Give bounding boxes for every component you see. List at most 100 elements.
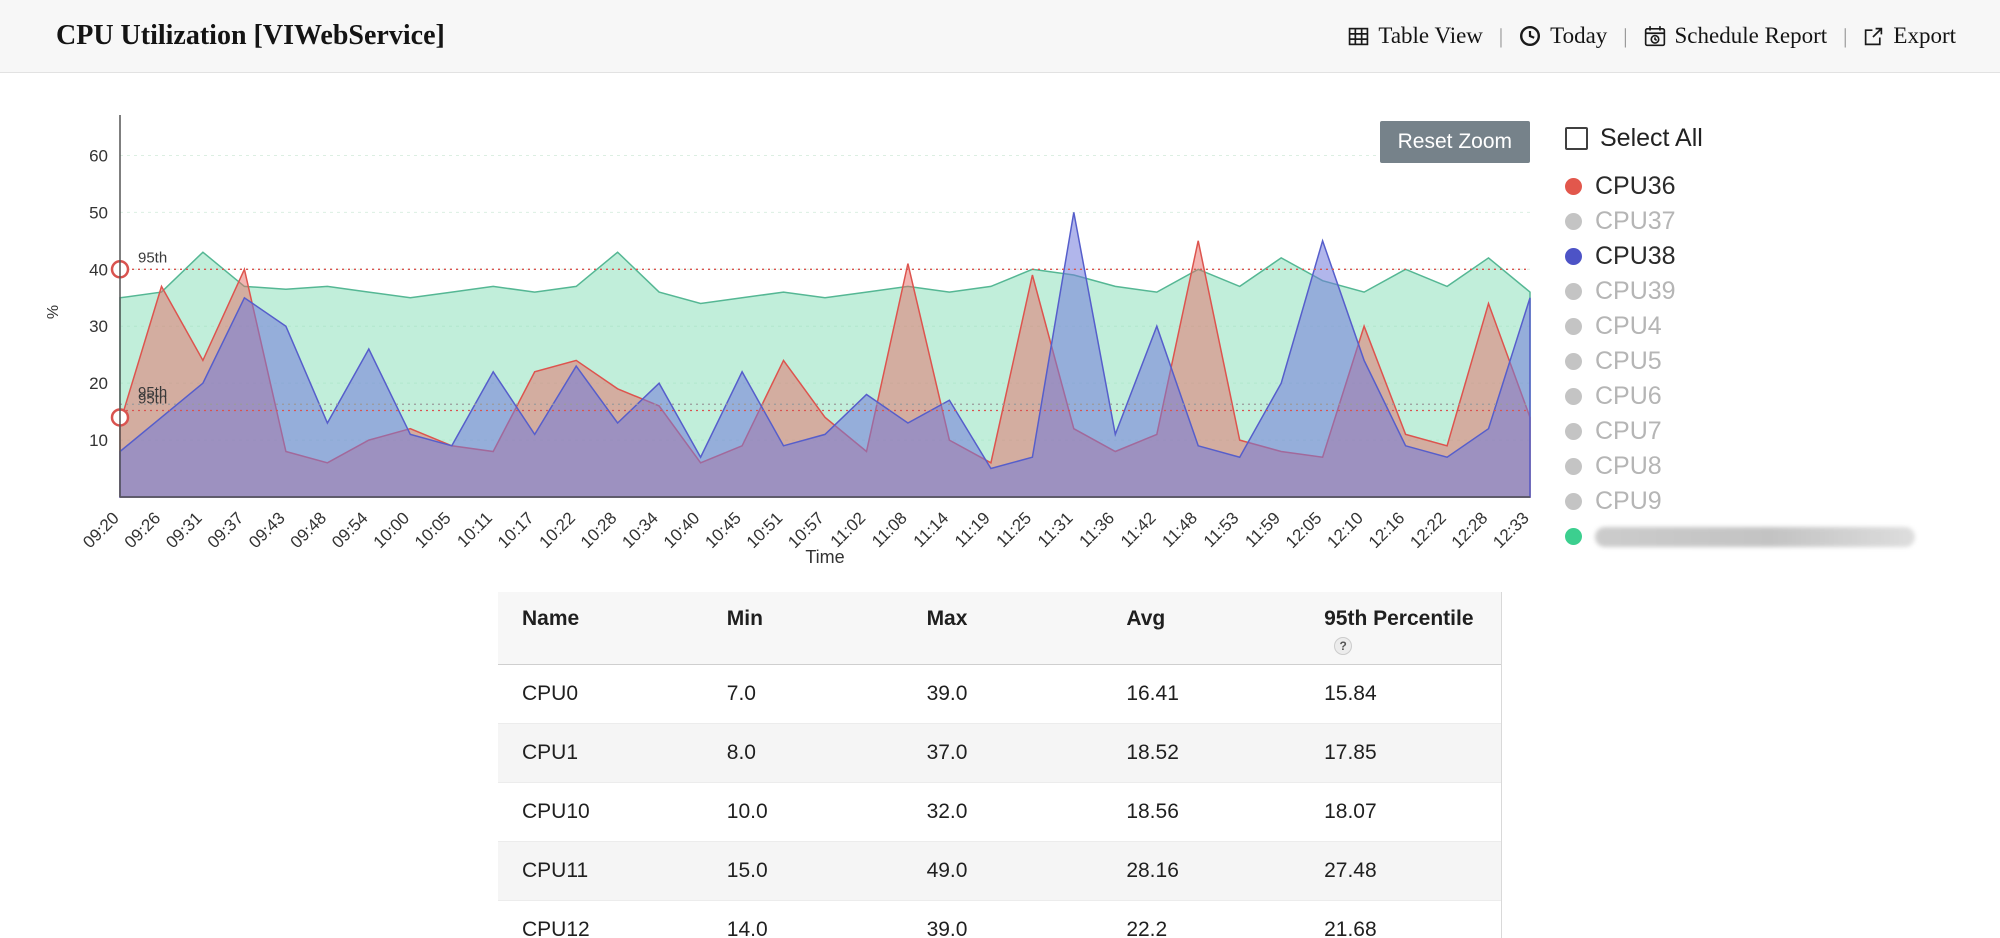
x-tick-label: 09:37 [204, 508, 248, 552]
legend-item-CPU6[interactable]: CPU6 [1565, 379, 1995, 414]
legend-item-CPU36[interactable]: CPU36 [1565, 169, 1995, 204]
x-tick-label: 11:59 [1241, 508, 1284, 551]
cell-name: CPU10 [498, 783, 703, 842]
select-all-control[interactable]: Select All [1565, 124, 1995, 153]
series-legend: Select All CPU36CPU37CPU38CPU39CPU4CPU5C… [1565, 124, 1995, 554]
series-color-dot [1565, 493, 1582, 510]
cell-value: 18.52 [1102, 724, 1300, 783]
series-color-dot [1565, 353, 1582, 370]
percentile-help-icon[interactable]: ? [1334, 637, 1352, 655]
x-tick-label: 10:34 [618, 508, 662, 552]
export-icon [1863, 26, 1884, 47]
cell-value: 37.0 [903, 724, 1103, 783]
y-tick-label: 30 [89, 317, 108, 336]
x-tick-label: 10:11 [453, 508, 496, 551]
cpu-stats-table: NameMinMaxAvg95th Percentile? CPU07.039.… [498, 592, 1502, 938]
cell-value: 17.85 [1300, 724, 1501, 783]
x-tick-label: 10:00 [370, 508, 414, 552]
legend-item-redacted[interactable] [1565, 519, 1995, 554]
cell-value: 22.2 [1102, 901, 1300, 938]
x-tick-label: 11:48 [1158, 508, 1201, 551]
legend-item-label: CPU4 [1595, 312, 1662, 341]
cell-name: CPU0 [498, 665, 703, 724]
threshold-label: 95th [138, 390, 167, 407]
column-header-95th-percentile: 95th Percentile? [1300, 592, 1501, 665]
cell-value: 10.0 [703, 783, 903, 842]
x-tick-label: 10:17 [494, 508, 538, 552]
select-all-checkbox[interactable] [1565, 127, 1588, 150]
legend-item-label: CPU37 [1595, 207, 1676, 236]
series-color-dot [1565, 178, 1582, 195]
legend-item-label: CPU38 [1595, 242, 1676, 271]
action-label: Export [1893, 23, 1956, 49]
cell-value: 32.0 [903, 783, 1103, 842]
legend-item-label: CPU7 [1595, 417, 1662, 446]
y-tick-label: 50 [89, 203, 108, 222]
table-row: CPU1010.032.018.5618.07 [498, 783, 1501, 842]
action-label: Today [1550, 23, 1607, 49]
chart-canvas[interactable]: 10203040506095th95th95th09:2009:2609:310… [30, 82, 1540, 632]
x-tick-label: 11:53 [1200, 508, 1243, 551]
series-color-dot [1565, 213, 1582, 230]
cell-value: 28.16 [1102, 842, 1300, 901]
clock-icon [1519, 25, 1541, 47]
series-color-dot [1565, 458, 1582, 475]
action-separator: | [1843, 24, 1847, 49]
y-tick-label: 20 [89, 374, 108, 393]
legend-item-CPU39[interactable]: CPU39 [1565, 274, 1995, 309]
x-tick-label: 10:22 [535, 508, 579, 552]
action-label: Table View [1378, 23, 1483, 49]
x-tick-label: 10:45 [701, 508, 745, 552]
schedule-report-button[interactable]: Schedule Report [1644, 23, 1828, 49]
legend-item-CPU5[interactable]: CPU5 [1565, 344, 1995, 379]
legend-item-CPU37[interactable]: CPU37 [1565, 204, 1995, 239]
action-separator: | [1499, 24, 1503, 49]
x-tick-label: 10:05 [411, 508, 455, 552]
cpu-utilization-chart[interactable]: 10203040506095th95th95th09:2009:2609:310… [30, 82, 1540, 627]
cell-value: 39.0 [903, 901, 1103, 938]
x-tick-label: 11:08 [868, 508, 911, 551]
cell-value: 39.0 [903, 665, 1103, 724]
action-label: Schedule Report [1675, 23, 1828, 49]
stats-table-body: CPU07.039.016.4115.84CPU18.037.018.5217.… [498, 665, 1501, 938]
cell-value: 15.0 [703, 842, 903, 901]
x-tick-label: 12:28 [1448, 508, 1492, 552]
x-tick-label: 10:40 [660, 508, 704, 552]
x-tick-label: 09:26 [121, 508, 165, 552]
legend-item-CPU8[interactable]: CPU8 [1565, 449, 1995, 484]
x-tick-label: 11:36 [1075, 508, 1118, 551]
x-tick-label: 10:57 [784, 508, 828, 552]
column-header-max: Max [903, 592, 1103, 665]
export-button[interactable]: Export [1863, 23, 1956, 49]
toolbar-actions: Table View|Today|Schedule Report|Export [1348, 23, 1956, 49]
legend-item-CPU7[interactable]: CPU7 [1565, 414, 1995, 449]
schedule-icon [1644, 25, 1666, 47]
legend-item-label: CPU39 [1595, 277, 1676, 306]
x-tick-label: 11:19 [951, 508, 994, 551]
cell-value: 14.0 [703, 901, 903, 938]
reset-zoom-button[interactable]: Reset Zoom [1380, 121, 1530, 163]
legend-item-CPU38[interactable]: CPU38 [1565, 239, 1995, 274]
cell-name: CPU11 [498, 842, 703, 901]
legend-item-label: CPU9 [1595, 487, 1662, 516]
table-row: CPU18.037.018.5217.85 [498, 724, 1501, 783]
cell-value: 49.0 [903, 842, 1103, 901]
today-button[interactable]: Today [1519, 23, 1607, 49]
cell-value: 18.07 [1300, 783, 1501, 842]
table-row: CPU07.039.016.4115.84 [498, 665, 1501, 724]
legend-item-CPU9[interactable]: CPU9 [1565, 484, 1995, 519]
cell-name: CPU1 [498, 724, 703, 783]
y-tick-label: 60 [89, 146, 108, 165]
cpu-utilization-report-page: CPU Utilization [VIWebService] Table Vie… [0, 0, 2000, 938]
chart-svg[interactable]: 10203040506095th95th95th09:2009:2609:310… [30, 82, 1540, 627]
legend-item-CPU4[interactable]: CPU4 [1565, 309, 1995, 344]
y-tick-label: 10 [89, 431, 108, 450]
x-tick-label: 10:28 [577, 508, 621, 552]
x-tick-label: 09:43 [245, 508, 289, 552]
table-view-button[interactable]: Table View [1348, 23, 1483, 49]
x-tick-label: 11:14 [910, 508, 953, 551]
x-tick-label: 09:54 [328, 508, 372, 552]
column-header-min: Min [703, 592, 903, 665]
threshold-label: 95th [138, 249, 167, 266]
redacted-label [1595, 527, 1915, 547]
